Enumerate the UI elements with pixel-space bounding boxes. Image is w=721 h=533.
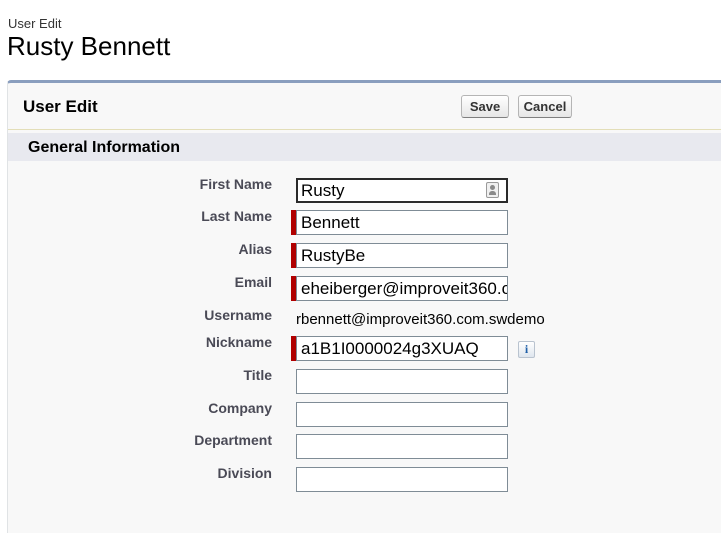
row-division: Division [8, 465, 721, 493]
save-button[interactable]: Save [461, 95, 509, 118]
row-alias: Alias RustyBe [8, 241, 721, 269]
user-edit-panel: User Edit Save Cancel General Informatio… [7, 80, 721, 533]
contact-card-icon[interactable] [486, 182, 499, 198]
last-name-input[interactable]: Bennett [296, 210, 508, 235]
last-name-label: Last Name [201, 208, 272, 224]
row-first-name: First Name Rusty [8, 176, 721, 204]
department-input[interactable] [296, 434, 508, 459]
division-label: Division [217, 465, 272, 481]
cancel-button[interactable]: Cancel [518, 95, 572, 118]
page-type-label: User Edit [8, 16, 62, 31]
email-label: Email [234, 274, 272, 290]
row-department: Department [8, 432, 721, 460]
page-title: Rusty Bennett [7, 31, 171, 61]
panel-header: User Edit Save Cancel [8, 83, 721, 130]
section-title: General Information [28, 139, 181, 156]
first-name-input[interactable]: Rusty [296, 178, 508, 203]
row-last-name: Last Name Bennett [8, 208, 721, 236]
title-input[interactable] [296, 369, 508, 394]
row-username: Username rbennett@improveit360.com.swdem… [8, 307, 721, 335]
row-nickname: Nickname a1B1I0000024g3XUAQ i [8, 334, 721, 362]
username-label: Username [204, 307, 272, 323]
row-company: Company [8, 400, 721, 428]
division-input[interactable] [296, 467, 508, 492]
info-icon[interactable]: i [518, 341, 535, 358]
department-label: Department [194, 432, 272, 448]
row-title: Title [8, 367, 721, 395]
username-value: rbennett@improveit360.com.swdemo [296, 311, 545, 328]
nickname-label: Nickname [205, 334, 272, 350]
company-input[interactable] [296, 402, 508, 427]
title-label: Title [243, 367, 272, 383]
row-email: Email eheiberger@improveit360.com [8, 274, 721, 302]
alias-input[interactable]: RustyBe [296, 243, 508, 268]
panel-title: User Edit [23, 97, 98, 116]
email-input[interactable]: eheiberger@improveit360.com [296, 276, 508, 301]
nickname-input[interactable]: a1B1I0000024g3XUAQ [296, 336, 508, 361]
section-header-general-information: General Information [8, 133, 721, 161]
company-label: Company [208, 400, 272, 416]
first-name-label: First Name [199, 176, 272, 192]
alias-label: Alias [238, 241, 272, 257]
